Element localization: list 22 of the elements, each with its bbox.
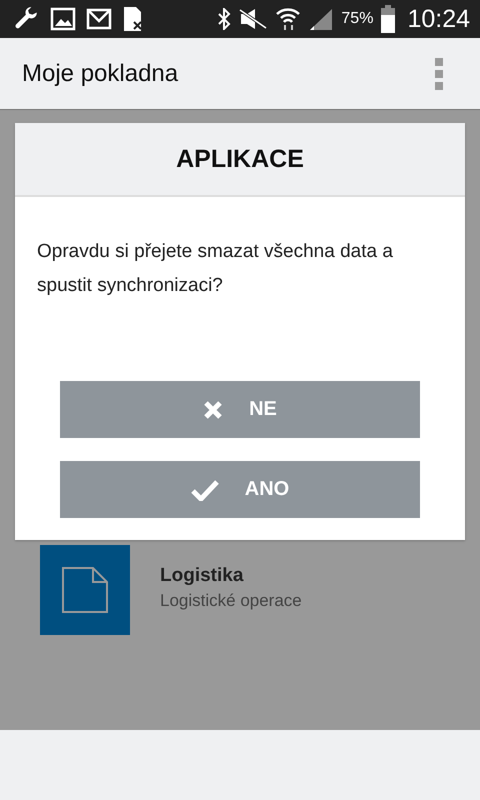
bluetooth-icon	[217, 8, 232, 30]
document-icon	[62, 567, 108, 613]
checkmark-icon	[190, 478, 219, 500]
item-subtitle: Logistické operace	[160, 591, 302, 611]
image-icon	[50, 7, 76, 31]
sim-card-icon	[122, 6, 144, 32]
wifi-icon	[275, 6, 302, 32]
signal-icon	[308, 7, 334, 31]
item-title: Logistika	[160, 565, 244, 587]
cancel-button[interactable]: NE	[60, 381, 420, 438]
battery-percentage: 75%	[341, 10, 374, 28]
overflow-menu-icon[interactable]	[434, 56, 444, 90]
close-icon	[203, 400, 224, 420]
mail-icon	[86, 8, 112, 30]
dialog-title: APLIKACE	[176, 144, 304, 174]
mute-icon	[238, 8, 268, 30]
battery-icon	[380, 5, 396, 33]
clock: 10:24	[407, 4, 470, 34]
confirm-button[interactable]: ANO	[60, 461, 420, 518]
dialog-message: Opravdu si přejete smazat všechna data a spustit synchronizaci?	[36, 240, 394, 298]
document-tile[interactable]	[40, 545, 130, 635]
app-title: Moje pokladna	[22, 60, 178, 88]
